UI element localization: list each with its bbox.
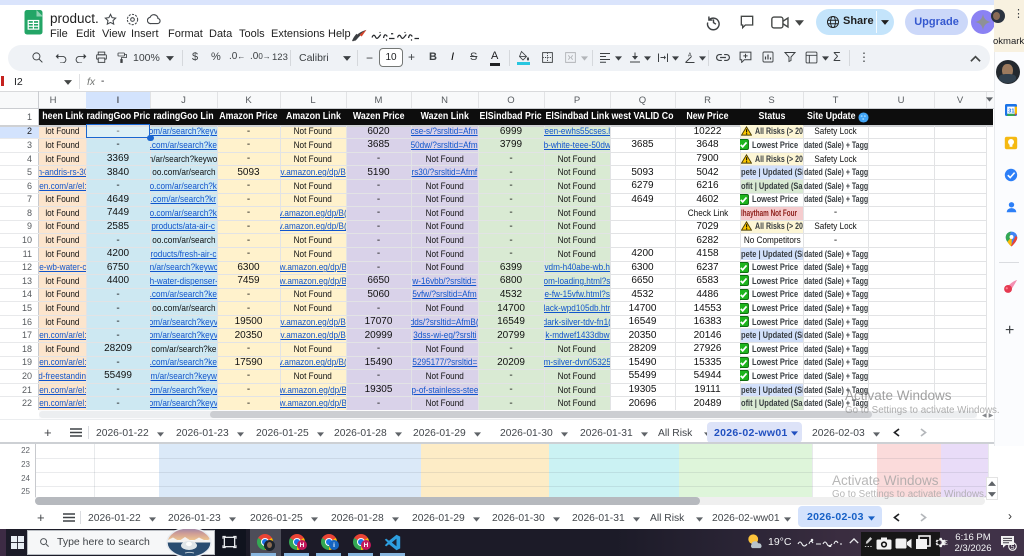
svg-text:A: A (688, 53, 692, 59)
svg-text:31: 31 (1008, 109, 1014, 115)
svg-text:5: 5 (1011, 544, 1015, 551)
